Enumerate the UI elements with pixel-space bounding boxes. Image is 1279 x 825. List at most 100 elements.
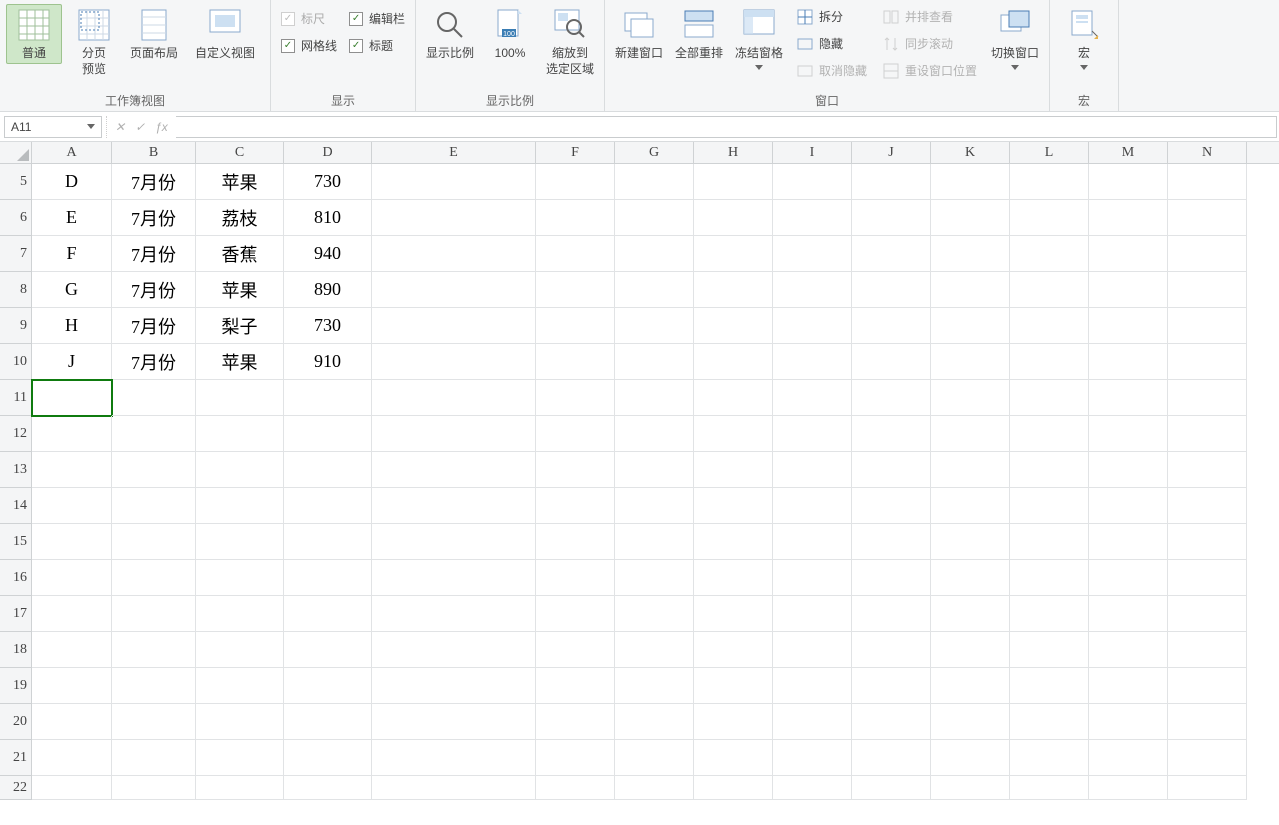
cell[interactable] (32, 488, 112, 524)
cell[interactable] (1010, 560, 1089, 596)
cell[interactable] (536, 488, 615, 524)
cell[interactable] (32, 416, 112, 452)
cell[interactable] (931, 164, 1010, 200)
cell[interactable] (284, 668, 372, 704)
cell[interactable] (196, 488, 284, 524)
cell[interactable] (694, 236, 773, 272)
cell[interactable] (112, 776, 196, 800)
cell[interactable] (1010, 416, 1089, 452)
cell[interactable] (372, 416, 536, 452)
cell[interactable] (773, 740, 852, 776)
cell[interactable]: 7月份 (112, 236, 196, 272)
cell[interactable] (196, 524, 284, 560)
select-all-corner[interactable] (0, 142, 32, 164)
column-header[interactable]: G (615, 142, 694, 163)
row-header[interactable]: 15 (0, 524, 31, 560)
row-header[interactable]: 5 (0, 164, 31, 200)
name-box[interactable]: A11 (4, 116, 102, 138)
cell[interactable] (773, 560, 852, 596)
cell[interactable]: 730 (284, 164, 372, 200)
cell[interactable] (536, 380, 615, 416)
cell[interactable] (852, 164, 931, 200)
cell[interactable] (694, 668, 773, 704)
cell[interactable] (615, 236, 694, 272)
column-header[interactable]: E (372, 142, 536, 163)
cell[interactable] (1089, 560, 1168, 596)
cell[interactable] (536, 272, 615, 308)
cell[interactable]: D (32, 164, 112, 200)
cell[interactable]: 810 (284, 200, 372, 236)
cell[interactable] (284, 452, 372, 488)
cell[interactable] (196, 776, 284, 800)
cell[interactable] (1168, 416, 1247, 452)
row-header[interactable]: 7 (0, 236, 31, 272)
cell[interactable] (694, 344, 773, 380)
cell[interactable] (1010, 272, 1089, 308)
cell[interactable] (1089, 308, 1168, 344)
cell[interactable] (773, 632, 852, 668)
cell[interactable] (536, 416, 615, 452)
view-custom-button[interactable]: 自定义视图 (186, 4, 264, 64)
cell[interactable] (852, 236, 931, 272)
cell[interactable] (852, 200, 931, 236)
cell[interactable] (284, 524, 372, 560)
column-header[interactable]: J (852, 142, 931, 163)
cell[interactable] (615, 344, 694, 380)
zoom-selection-button[interactable]: 缩放到 选定区域 (542, 4, 598, 80)
cell[interactable] (112, 416, 196, 452)
cell[interactable]: 梨子 (196, 308, 284, 344)
cell[interactable] (536, 740, 615, 776)
cell[interactable] (372, 272, 536, 308)
cell[interactable] (372, 704, 536, 740)
row-header[interactable]: 13 (0, 452, 31, 488)
cell[interactable] (112, 596, 196, 632)
chk-headings[interactable]: ✓标题 (349, 37, 405, 54)
cell[interactable] (852, 452, 931, 488)
cell[interactable] (536, 344, 615, 380)
cell[interactable] (615, 560, 694, 596)
row-header[interactable]: 10 (0, 344, 31, 380)
cell[interactable] (1168, 452, 1247, 488)
cell[interactable] (1010, 704, 1089, 740)
row-header[interactable]: 21 (0, 740, 31, 776)
cell[interactable] (694, 452, 773, 488)
cell[interactable] (196, 632, 284, 668)
cell[interactable] (1168, 524, 1247, 560)
zoom-button[interactable]: 显示比例 (422, 4, 478, 64)
cell[interactable] (694, 704, 773, 740)
cell[interactable] (773, 452, 852, 488)
cell[interactable] (32, 776, 112, 800)
cell[interactable] (372, 452, 536, 488)
cell[interactable] (1089, 380, 1168, 416)
cell[interactable] (852, 704, 931, 740)
cell[interactable] (536, 236, 615, 272)
cell[interactable] (615, 524, 694, 560)
cell[interactable] (931, 308, 1010, 344)
column-header[interactable]: C (196, 142, 284, 163)
cell[interactable] (284, 704, 372, 740)
cell[interactable] (1010, 200, 1089, 236)
cell[interactable] (536, 452, 615, 488)
cell[interactable] (1168, 488, 1247, 524)
cell[interactable] (112, 704, 196, 740)
cell[interactable]: 7月份 (112, 272, 196, 308)
cell[interactable] (32, 596, 112, 632)
cell[interactable] (1089, 632, 1168, 668)
cell[interactable] (372, 776, 536, 800)
cell[interactable] (615, 416, 694, 452)
cell[interactable] (284, 488, 372, 524)
cell[interactable] (372, 344, 536, 380)
cell[interactable] (536, 704, 615, 740)
cell[interactable] (112, 380, 196, 416)
cell[interactable] (1089, 416, 1168, 452)
cell[interactable] (694, 416, 773, 452)
cell[interactable] (1168, 560, 1247, 596)
cell[interactable] (112, 452, 196, 488)
cell[interactable] (536, 668, 615, 704)
row-header[interactable]: 16 (0, 560, 31, 596)
row-header[interactable]: 8 (0, 272, 31, 308)
cell[interactable] (1089, 776, 1168, 800)
cell[interactable] (536, 560, 615, 596)
cell[interactable] (931, 596, 1010, 632)
cell[interactable] (196, 416, 284, 452)
